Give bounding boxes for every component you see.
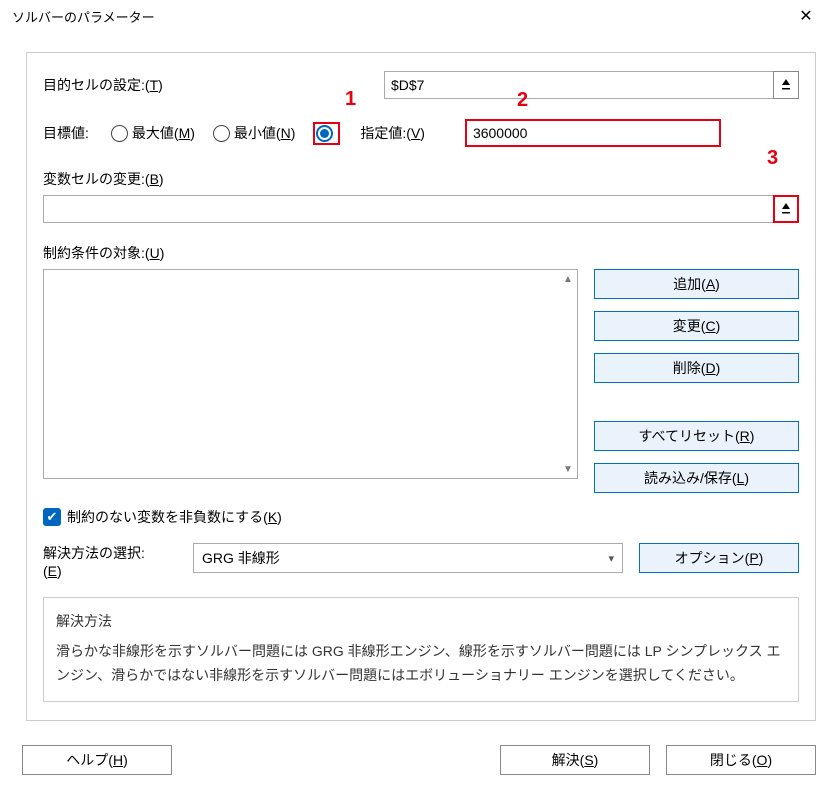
nonneg-checkbox[interactable]: ✔ 制約のない変数を非負数にする(K) <box>43 507 282 527</box>
radio-max[interactable]: 最大値(M) <box>111 123 195 143</box>
collapse-dialog-icon <box>780 77 792 94</box>
radio-icon <box>316 125 333 142</box>
loadsave-button[interactable]: 読み込み/保存(L) <box>594 463 799 493</box>
constraints-listbox[interactable]: ▲ ▼ <box>43 269 578 479</box>
radio-min-label: 最小値(N) <box>234 123 295 143</box>
close-button[interactable]: 閉じる(O) <box>666 745 816 775</box>
constraint-buttons: 追加(A) 変更(C) 削除(D) すべてリセット(R) 読み込み/保存(L) <box>594 269 799 493</box>
nonneg-row: ✔ 制約のない変数を非負数にする(K) <box>43 507 799 527</box>
main-panel: 1 2 3 目的セルの設定:(T) 目標値: <box>26 52 816 721</box>
changing-cells-section: 変数セルの変更:(B) <box>43 169 799 223</box>
scroll-up-icon[interactable]: ▲ <box>559 270 577 288</box>
help-button[interactable]: ヘルプ(H) <box>22 745 172 775</box>
constraints-label: 制約条件の対象:(U) <box>43 243 799 263</box>
reset-button[interactable]: すべてリセット(R) <box>594 421 799 451</box>
changing-label: 変数セルの変更:(B) <box>43 169 799 189</box>
method-select[interactable]: GRG 非線形 ▾ <box>193 543 623 573</box>
titlebar: ソルバーのパラメーター ✕ <box>0 0 838 32</box>
target-row: 目標値: 最大値(M) 最小値(N) 指定値:(V) <box>43 119 799 147</box>
callout-3: 3 <box>767 147 778 170</box>
radio-valueof-label: 指定値:(V) <box>360 123 425 143</box>
nonneg-label: 制約のない変数を非負数にする(K) <box>67 507 282 527</box>
objective-row: 目的セルの設定:(T) <box>43 71 799 99</box>
method-row: 解決方法の選択: (E) GRG 非線形 ▾ オプション(P) <box>43 543 799 579</box>
options-button[interactable]: オプション(P) <box>639 543 799 573</box>
scroll-down-icon[interactable]: ▼ <box>559 460 577 478</box>
radio-icon <box>213 125 230 142</box>
add-button[interactable]: 追加(A) <box>594 269 799 299</box>
desc-body: 滑らかな非線形を示すソルバー問題には GRG 非線形エンジン、線形を示すソルバー… <box>56 640 786 688</box>
objective-label: 目的セルの設定:(T) <box>43 75 163 95</box>
method-description-box: 解決方法 滑らかな非線形を示すソルバー問題には GRG 非線形エンジン、線形を示… <box>43 597 799 702</box>
solve-button[interactable]: 解決(S) <box>500 745 650 775</box>
collapse-dialog-icon <box>780 201 792 218</box>
window-title: ソルバーのパラメーター <box>12 7 786 26</box>
objective-cell-input[interactable] <box>384 71 774 99</box>
callout-1: 1 <box>345 88 356 111</box>
checkmark-icon: ✔ <box>43 508 61 526</box>
scrollbar[interactable]: ▲ ▼ <box>559 270 577 478</box>
callout-2: 2 <box>517 89 528 112</box>
change-button[interactable]: 変更(C) <box>594 311 799 341</box>
objective-cell-ref-button[interactable] <box>773 71 799 99</box>
delete-button[interactable]: 削除(D) <box>594 353 799 383</box>
constraints-section: 制約条件の対象:(U) ▲ ▼ 追加(A) 変更(C) 削除(D) <box>43 243 799 493</box>
changing-cells-ref-button[interactable] <box>773 195 799 223</box>
radio-valueof[interactable] <box>313 122 340 145</box>
radio-max-label: 最大値(M) <box>132 123 195 143</box>
close-icon: ✕ <box>799 6 812 26</box>
footer: ヘルプ(H) 解決(S) 閉じる(O) <box>0 731 838 793</box>
radio-min[interactable]: 最小値(N) <box>213 123 295 143</box>
method-selected-value: GRG 非線形 <box>202 548 280 568</box>
desc-title: 解決方法 <box>56 610 786 634</box>
solver-dialog: ソルバーのパラメーター ✕ 1 2 3 目的セルの設定:(T) <box>0 0 838 800</box>
method-label: 解決方法の選択: (E) <box>43 543 193 579</box>
window-close-button[interactable]: ✕ <box>786 1 826 31</box>
scroll-track <box>559 288 577 460</box>
chevron-down-icon: ▾ <box>608 552 614 565</box>
radio-icon <box>111 125 128 142</box>
target-label: 目標値: <box>43 123 89 143</box>
valueof-input[interactable] <box>465 119 721 147</box>
changing-cells-input[interactable] <box>43 195 774 223</box>
